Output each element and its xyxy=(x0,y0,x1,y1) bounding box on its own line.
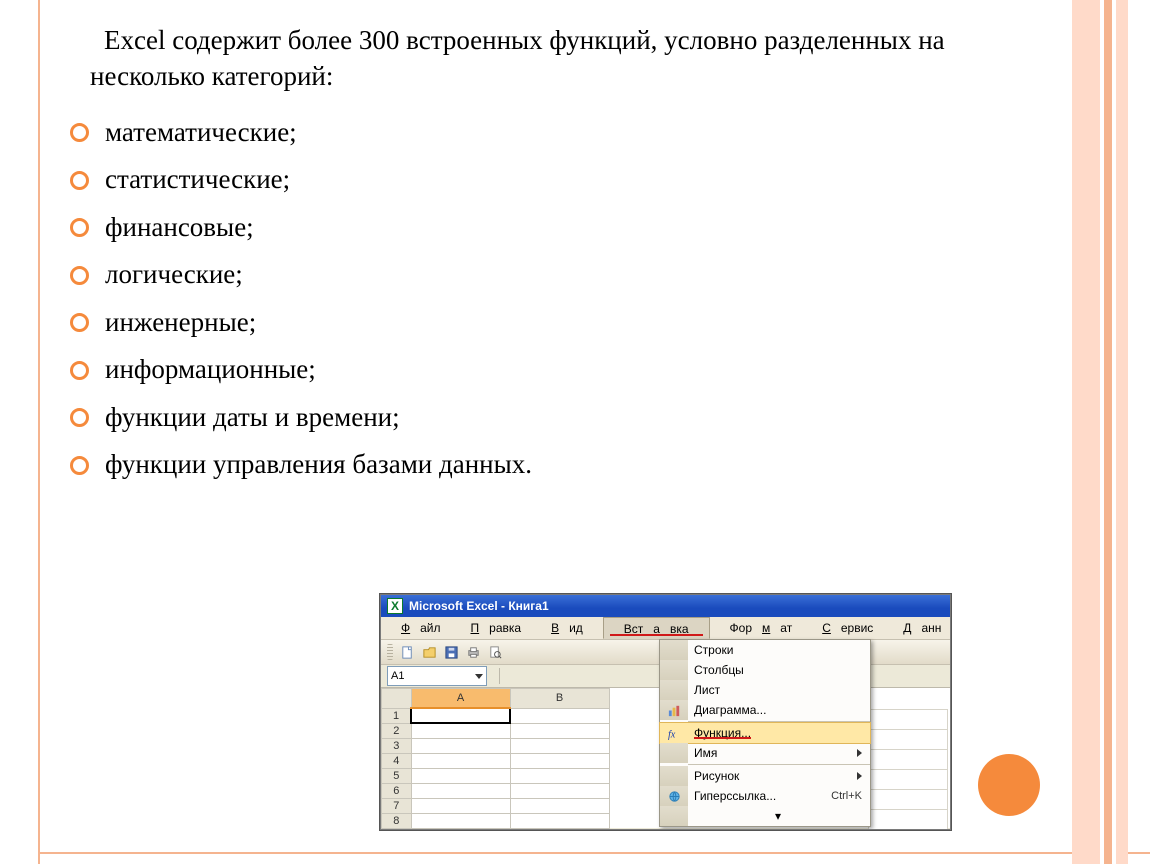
intro-paragraph: Excel содержит более 300 встроенных функ… xyxy=(90,22,1040,95)
bullet-icon xyxy=(70,456,89,475)
submenu-arrow-icon xyxy=(857,772,862,780)
menu-view[interactable]: Вид xyxy=(541,617,603,639)
excel-screenshot: X Microsoft Excel - Книга1 Файл Правка В… xyxy=(380,594,951,830)
window-title: Microsoft Excel - Книга1 xyxy=(409,599,549,613)
fx-label[interactable] xyxy=(495,668,500,684)
bullet-icon xyxy=(70,218,89,237)
svg-text:fx: fx xyxy=(667,729,675,740)
menu-item-columns[interactable]: Столбцы xyxy=(660,660,870,680)
menu-item-chart[interactable]: Диаграмма... xyxy=(660,700,870,720)
cell[interactable] xyxy=(411,723,510,738)
cell[interactable] xyxy=(510,783,609,798)
cell[interactable] xyxy=(510,723,609,738)
row-header[interactable]: 5 xyxy=(382,768,412,783)
menu-item-sheet[interactable]: Лист xyxy=(660,680,870,700)
dropdown-icon[interactable] xyxy=(475,674,483,679)
preview-icon[interactable] xyxy=(485,642,505,662)
menu-item-name[interactable]: Имя xyxy=(660,743,870,763)
category-list: математические; статистические; финансов… xyxy=(70,109,1040,489)
row-header[interactable]: 1 xyxy=(382,708,412,723)
chart-icon xyxy=(660,700,688,720)
list-item: математические; xyxy=(105,109,297,157)
cell[interactable] xyxy=(411,783,510,798)
hyperlink-icon xyxy=(660,786,688,806)
list-item: информационные; xyxy=(105,346,316,394)
new-file-icon[interactable] xyxy=(397,642,417,662)
active-cell-ref: A1 xyxy=(391,670,404,682)
cell-a1[interactable] xyxy=(411,708,510,723)
list-item: финансовые; xyxy=(105,204,254,252)
fx-icon: fx xyxy=(660,723,688,743)
menu-data[interactable]: Данн xyxy=(893,617,951,639)
bullet-icon xyxy=(70,408,89,427)
background-grid-right xyxy=(868,709,948,829)
menu-file[interactable]: Файл xyxy=(391,617,461,639)
menu-insert[interactable]: Вставка xyxy=(603,617,710,639)
menu-item-rows[interactable]: Строки xyxy=(660,640,870,660)
menu-item-function[interactable]: fx Функция... xyxy=(659,722,871,744)
open-icon[interactable] xyxy=(419,642,439,662)
row-header[interactable]: 6 xyxy=(382,783,412,798)
list-item: статистические; xyxy=(105,156,290,204)
name-box[interactable]: A1 xyxy=(387,666,487,686)
menu-bar[interactable]: Файл Правка Вид Вставка Формат Сервис Да… xyxy=(381,617,950,640)
insert-menu-dropdown[interactable]: Строки Столбцы Лист Диаграмма... fx Функц… xyxy=(659,639,871,827)
bullet-icon xyxy=(70,266,89,285)
excel-app-icon: X xyxy=(387,598,403,614)
slide-left-rule xyxy=(38,0,40,864)
slide-bottom-rule xyxy=(38,852,1150,854)
list-item: функции даты и времени; xyxy=(105,394,400,442)
slide-right-stripes xyxy=(1072,0,1128,864)
cell[interactable] xyxy=(411,798,510,813)
cell[interactable] xyxy=(510,813,609,828)
list-item: логические; xyxy=(105,251,243,299)
cell[interactable] xyxy=(510,753,609,768)
menu-expand[interactable]: ▾ xyxy=(660,806,870,826)
menu-format[interactable]: Формат xyxy=(710,617,813,639)
bullet-icon xyxy=(70,123,89,142)
save-icon[interactable] xyxy=(441,642,461,662)
cell[interactable] xyxy=(411,813,510,828)
menu-edit[interactable]: Правка xyxy=(461,617,542,639)
menu-item-picture[interactable]: Рисунок xyxy=(660,766,870,786)
cell[interactable] xyxy=(510,768,609,783)
cell[interactable] xyxy=(510,738,609,753)
row-header[interactable]: 3 xyxy=(382,738,412,753)
list-item: инженерные; xyxy=(105,299,256,347)
cell[interactable] xyxy=(411,738,510,753)
row-header[interactable]: 7 xyxy=(382,798,412,813)
accent-circle xyxy=(978,754,1040,816)
cell[interactable] xyxy=(510,798,609,813)
row-header[interactable]: 2 xyxy=(382,723,412,738)
row-header[interactable]: 4 xyxy=(382,753,412,768)
cell[interactable] xyxy=(510,708,609,723)
toolbar-grip-icon[interactable] xyxy=(387,644,393,660)
menu-service[interactable]: Сервис xyxy=(812,617,893,639)
row-header[interactable]: 8 xyxy=(382,813,412,828)
print-icon[interactable] xyxy=(463,642,483,662)
menu-item-label: Функция... xyxy=(694,726,751,740)
column-header-b[interactable]: B xyxy=(510,689,609,709)
bullet-icon xyxy=(70,361,89,380)
menu-item-hyperlink[interactable]: Гиперссылка...Ctrl+K xyxy=(660,786,870,806)
cell[interactable] xyxy=(411,753,510,768)
shortcut-label: Ctrl+K xyxy=(831,790,862,802)
submenu-arrow-icon xyxy=(857,749,862,757)
bullet-icon xyxy=(70,313,89,332)
window-titlebar: X Microsoft Excel - Книга1 xyxy=(381,595,950,617)
list-item: функции управления базами данных. xyxy=(105,441,532,489)
cell[interactable] xyxy=(411,768,510,783)
bullet-icon xyxy=(70,171,89,190)
column-header-a[interactable]: A xyxy=(411,689,510,709)
